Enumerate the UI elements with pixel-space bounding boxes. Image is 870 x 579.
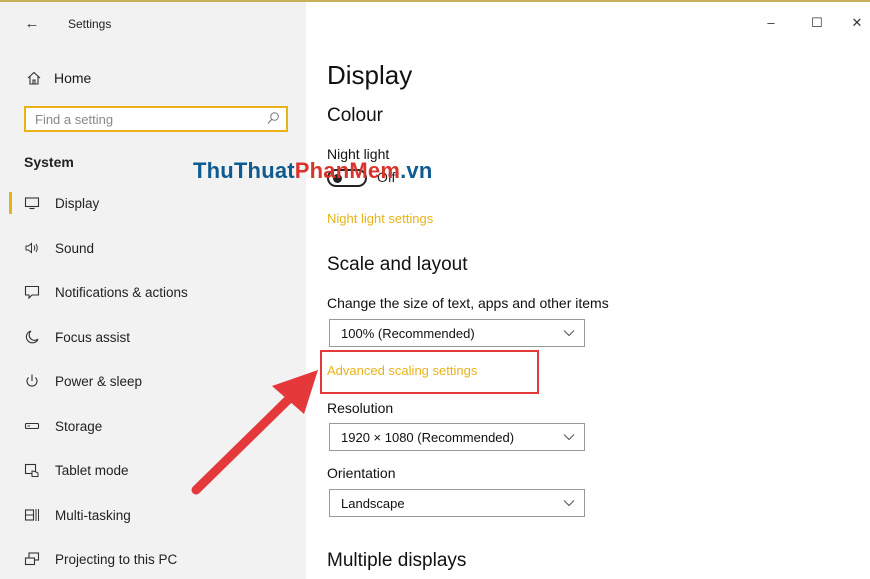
section-title: System xyxy=(24,154,74,170)
orientation-dropdown[interactable]: Landscape xyxy=(329,489,585,517)
sidebar-item-home[interactable]: Home xyxy=(26,66,91,90)
scale-value: 100% (Recommended) xyxy=(341,326,475,341)
sidebar-item-projecting[interactable]: Projecting to this PC xyxy=(0,544,306,574)
speaker-icon xyxy=(25,242,38,254)
project-icon xyxy=(24,552,40,566)
resolution-value: 1920 × 1080 (Recommended) xyxy=(341,430,515,445)
sidebar-item-label: Storage xyxy=(55,418,103,434)
night-light-settings-link[interactable]: Night light settings xyxy=(327,211,433,226)
sidebar-item-label: Multi-tasking xyxy=(55,507,131,523)
moon-icon xyxy=(25,330,39,344)
resolution-dropdown[interactable]: 1920 × 1080 (Recommended) xyxy=(329,423,585,451)
back-arrow-icon[interactable]: ← xyxy=(20,14,44,34)
sidebar-item-label: Tablet mode xyxy=(55,462,129,478)
sidebar-item-label: Projecting to this PC xyxy=(55,551,178,567)
page-title: Display xyxy=(327,60,413,90)
search-box[interactable] xyxy=(24,106,288,132)
watermark-part: PhanMem xyxy=(294,158,401,183)
chevron-down-icon xyxy=(563,434,575,441)
main-content: Display Colour Night light Off Night lig… xyxy=(327,0,847,579)
scale-dropdown[interactable]: 100% (Recommended) xyxy=(329,319,585,347)
tablet-icon xyxy=(24,463,39,477)
colour-heading: Colour xyxy=(327,105,383,126)
orientation-value: Landscape xyxy=(341,496,405,511)
sidebar-item-display[interactable]: Display xyxy=(0,188,306,218)
sidebar-item-label: Power & sleep xyxy=(55,373,143,389)
scale-label: Change the size of text, apps and other … xyxy=(327,295,609,311)
watermark-part: ThuThuat xyxy=(193,158,295,183)
sidebar-item-label: Display xyxy=(55,195,100,211)
chevron-down-icon xyxy=(563,330,575,337)
sidebar-item-sound[interactable]: Sound xyxy=(0,233,306,263)
multiple-displays-heading: Multiple displays xyxy=(327,550,467,571)
annotation-arrow-icon xyxy=(191,370,318,495)
search-icon xyxy=(267,112,279,124)
chevron-down-icon xyxy=(563,500,575,507)
notification-icon xyxy=(24,285,40,300)
sidebar-item-notifications[interactable]: Notifications & actions xyxy=(0,277,306,307)
watermark-part: .vn xyxy=(400,158,433,183)
monitor-icon xyxy=(24,197,40,210)
power-icon xyxy=(26,374,38,387)
sidebar-item-label: Sound xyxy=(55,240,95,256)
sidebar-item-label: Home xyxy=(54,70,92,86)
annotation-highlight-box xyxy=(320,350,539,394)
sidebar-item-label: Focus assist xyxy=(55,329,131,345)
sidebar-item-multitasking[interactable]: Multi-tasking xyxy=(0,500,306,530)
search-input[interactable] xyxy=(35,112,255,127)
multitask-icon xyxy=(24,509,39,521)
sidebar-item-focus-assist[interactable]: Focus assist xyxy=(0,322,306,352)
sidebar-item-label: Notifications & actions xyxy=(55,284,188,300)
close-button[interactable]: ✕ xyxy=(844,10,870,36)
home-icon xyxy=(27,71,41,85)
scale-layout-heading: Scale and layout xyxy=(327,254,468,275)
watermark-logo: ThuThuatPhanMem.vn xyxy=(193,158,433,184)
app-title: Settings xyxy=(68,17,112,31)
storage-icon xyxy=(24,422,40,430)
